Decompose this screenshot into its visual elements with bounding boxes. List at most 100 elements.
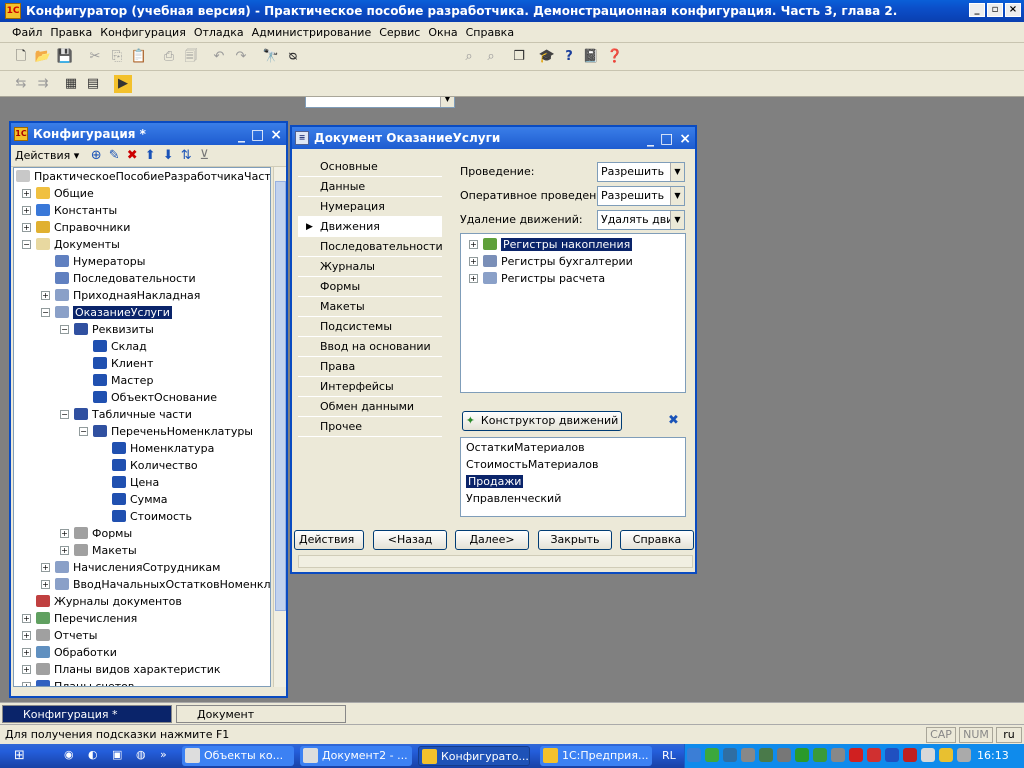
minimize-icon[interactable]: _ bbox=[647, 128, 654, 149]
actions-menu[interactable]: Действия ▾ bbox=[15, 149, 79, 162]
tab-item[interactable]: Формы bbox=[298, 277, 442, 297]
binoculars-icon[interactable]: ᴓ bbox=[284, 48, 302, 66]
menu-edit[interactable]: Правка bbox=[46, 26, 96, 39]
add-icon[interactable]: ⊕ bbox=[87, 148, 105, 163]
minimize-icon[interactable]: _ bbox=[969, 3, 985, 17]
tray-10-icon[interactable] bbox=[849, 748, 863, 762]
minimize-icon[interactable]: _ bbox=[238, 124, 245, 145]
expand-icon[interactable]: + bbox=[22, 631, 31, 640]
config-tree[interactable]: ПрактическоеПособиеРазработчикаЧасть3Гл+… bbox=[13, 167, 271, 687]
compare-icon[interactable]: ⇆ bbox=[12, 75, 30, 93]
maximize-icon[interactable]: ▫ bbox=[987, 3, 1003, 17]
config-window-icon[interactable]: ▤ bbox=[84, 75, 102, 93]
document-window-titlebar[interactable]: ≡ Документ ОказаниеУслуги _ □ × bbox=[292, 127, 695, 149]
open-icon[interactable]: 📂 bbox=[34, 48, 52, 66]
move-down-icon[interactable]: ⬇ bbox=[159, 148, 177, 163]
tray-9-icon[interactable] bbox=[831, 748, 845, 762]
tab-item[interactable]: Нумерация bbox=[298, 197, 442, 217]
run-debug-icon[interactable]: ▶ bbox=[114, 75, 132, 93]
redo-icon[interactable]: ↷ bbox=[232, 48, 250, 66]
window-tab-document[interactable]: Документ ОказаниеУслуги bbox=[176, 705, 346, 739]
tray-7-icon[interactable] bbox=[795, 748, 809, 762]
delete-icon[interactable]: ✖ bbox=[123, 148, 141, 163]
movement-item[interactable]: ОстаткиМатериалов bbox=[466, 439, 585, 456]
preview-icon[interactable]: 🗐 bbox=[182, 48, 200, 66]
collapse-icon[interactable]: − bbox=[60, 325, 69, 334]
expand-icon[interactable]: + bbox=[41, 291, 50, 300]
scroll-thumb[interactable] bbox=[275, 181, 286, 611]
configuration-window-titlebar[interactable]: 1С Конфигурация * _ □ × bbox=[11, 123, 286, 145]
expand-icon[interactable]: + bbox=[22, 614, 31, 623]
movement-item[interactable]: Продажи bbox=[466, 473, 524, 490]
expand-icon[interactable]: + bbox=[469, 257, 478, 266]
quicklaunch-3-icon[interactable]: ▣ bbox=[112, 748, 128, 764]
task-configurator[interactable]: Конфигурато... bbox=[418, 746, 530, 766]
help-search-icon[interactable]: ? bbox=[560, 48, 578, 66]
chevron-down-icon[interactable]: ▼ bbox=[670, 187, 684, 205]
close-icon[interactable]: × bbox=[270, 124, 282, 145]
new-file-icon[interactable]: 🗋 bbox=[12, 48, 30, 66]
tray-1-icon[interactable] bbox=[687, 748, 701, 762]
tab-item[interactable]: Ввод на основании bbox=[298, 337, 442, 357]
quicklaunch-1-icon[interactable]: ◉ bbox=[64, 748, 80, 764]
expand-icon[interactable]: + bbox=[22, 648, 31, 657]
merge-icon[interactable]: ⇉ bbox=[34, 75, 52, 93]
tab-item[interactable]: Макеты bbox=[298, 297, 442, 317]
context-help-icon[interactable]: ❓ bbox=[606, 48, 624, 66]
collapse-icon[interactable]: − bbox=[41, 308, 50, 317]
assistant-icon[interactable]: 🎓 bbox=[538, 48, 556, 66]
menu-debug[interactable]: Отладка bbox=[190, 26, 248, 39]
menu-windows[interactable]: Окна bbox=[424, 26, 461, 39]
expand-icon[interactable]: + bbox=[41, 580, 50, 589]
find-prev-icon[interactable]: ⌕ bbox=[482, 48, 500, 66]
sort-icon[interactable]: ⇅ bbox=[177, 148, 195, 163]
registers-tree[interactable]: + Регистры накопления + Регистры бухгалтери… bbox=[460, 233, 686, 393]
menu-file[interactable]: Файл bbox=[8, 26, 46, 39]
expand-icon[interactable]: + bbox=[469, 240, 478, 249]
movements-list[interactable]: ОстаткиМатериалов СтоимостьМатериалов Прод… bbox=[460, 437, 686, 517]
tray-8-icon[interactable] bbox=[813, 748, 827, 762]
actions-dropdown-button[interactable]: Действия ▼ bbox=[294, 530, 364, 563]
undo-icon[interactable]: ↶ bbox=[210, 48, 228, 66]
expand-icon[interactable]: + bbox=[22, 682, 31, 686]
edit-icon[interactable]: ✎ bbox=[105, 148, 123, 163]
task-enterprise[interactable]: 1С:Предприя... bbox=[540, 746, 652, 766]
language-bar[interactable]: RL bbox=[662, 749, 676, 762]
chevron-down-icon[interactable]: ▼ bbox=[670, 211, 684, 229]
move-up-icon[interactable]: ⬆ bbox=[141, 148, 159, 163]
main-title-bar[interactable]: 1С Конфигуратор (учебная версия) - Практ… bbox=[0, 0, 1024, 22]
tray-4-icon[interactable] bbox=[741, 748, 755, 762]
bluetooth-icon[interactable] bbox=[885, 748, 899, 762]
tree-scrollbar[interactable] bbox=[273, 167, 286, 687]
tab-item[interactable]: Основные bbox=[298, 157, 442, 177]
task-objects[interactable]: Объекты ко... bbox=[182, 746, 294, 766]
menu-administration[interactable]: Администрирование bbox=[248, 26, 376, 39]
expand-icon[interactable]: + bbox=[22, 206, 31, 215]
copy-icon[interactable]: ⎘ bbox=[108, 48, 126, 66]
start-icon[interactable]: ⊞ bbox=[14, 748, 32, 764]
print-icon[interactable]: ⎙ bbox=[160, 48, 178, 66]
tab-item[interactable]: Данные bbox=[298, 177, 442, 197]
collapse-icon[interactable]: − bbox=[79, 427, 88, 436]
cut-icon[interactable]: ✂ bbox=[86, 48, 104, 66]
chevron-right-icon[interactable]: » bbox=[160, 748, 172, 764]
speaker-icon[interactable] bbox=[957, 748, 971, 762]
close-icon[interactable]: × bbox=[679, 128, 691, 149]
movement-item[interactable]: Управленческий bbox=[466, 490, 561, 507]
posting-select[interactable]: Разрешить ▼ bbox=[597, 162, 685, 182]
tray-13-icon[interactable] bbox=[903, 748, 917, 762]
tray-5-icon[interactable] bbox=[759, 748, 773, 762]
windows-icon[interactable]: ❐ bbox=[510, 48, 528, 66]
quicklaunch-2-icon[interactable]: ◐ bbox=[88, 748, 104, 764]
collapse-icon[interactable]: − bbox=[60, 410, 69, 419]
tray-15-icon[interactable] bbox=[939, 748, 953, 762]
task-document2[interactable]: Документ2 - ... bbox=[300, 746, 412, 766]
realtime-posting-select[interactable]: Разрешить ▼ bbox=[597, 186, 685, 206]
help-button[interactable]: Справка bbox=[620, 530, 694, 550]
delete-movements-select[interactable]: Удалять движ ▼ bbox=[597, 210, 685, 230]
expand-icon[interactable]: + bbox=[469, 274, 478, 283]
find-next-icon[interactable]: ⌕ bbox=[460, 48, 478, 66]
delete-list-icon[interactable]: ✖ bbox=[668, 413, 679, 428]
tray-14-icon[interactable] bbox=[921, 748, 935, 762]
next-button[interactable]: Далее> bbox=[455, 530, 529, 550]
